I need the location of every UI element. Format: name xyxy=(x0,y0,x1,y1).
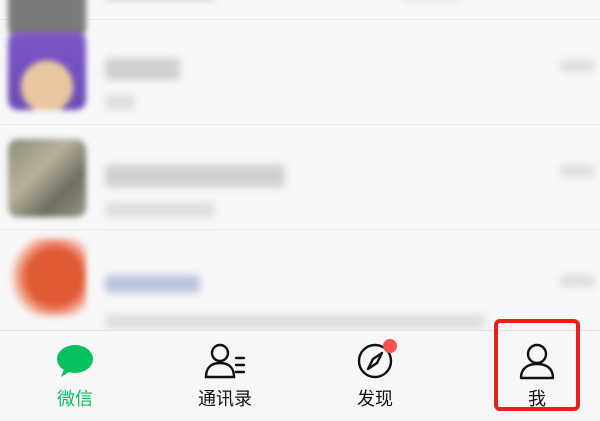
chat-name-blurred xyxy=(105,58,180,80)
avatar xyxy=(8,32,86,110)
tab-me[interactable]: 我 xyxy=(462,331,600,421)
notification-dot xyxy=(383,339,397,353)
chat-preview-blurred xyxy=(105,315,485,329)
tab-discover[interactable]: 发现 xyxy=(300,331,450,421)
tab-label: 发现 xyxy=(357,389,393,410)
chat-item[interactable] xyxy=(0,125,600,230)
tab-label: 微信 xyxy=(57,389,93,410)
compass-icon xyxy=(353,339,397,381)
tab-contacts[interactable]: 通讯录 xyxy=(150,331,300,421)
chat-preview-blurred xyxy=(105,203,215,217)
chat-name-blurred xyxy=(105,275,200,293)
avatar xyxy=(8,139,86,217)
chat-item[interactable] xyxy=(0,0,600,38)
chat-time-blurred xyxy=(560,60,595,72)
person-icon xyxy=(515,341,559,381)
chat-name-blurred xyxy=(105,165,285,187)
contacts-icon xyxy=(203,341,247,381)
chat-item[interactable] xyxy=(0,20,600,125)
tab-chats[interactable]: 微信 xyxy=(0,331,150,421)
chat-time-blurred xyxy=(560,275,595,287)
tab-label: 我 xyxy=(528,389,546,410)
chat-preview-blurred xyxy=(105,95,135,109)
chat-list xyxy=(0,0,600,330)
chat-time-blurred xyxy=(560,165,595,177)
chat-bubble-icon xyxy=(53,341,97,381)
tab-label: 通讯录 xyxy=(198,389,252,410)
avatar xyxy=(8,238,86,316)
chat-item[interactable] xyxy=(0,230,600,330)
bottom-tab-bar: 微信 通讯录 发现 我 xyxy=(0,330,600,420)
